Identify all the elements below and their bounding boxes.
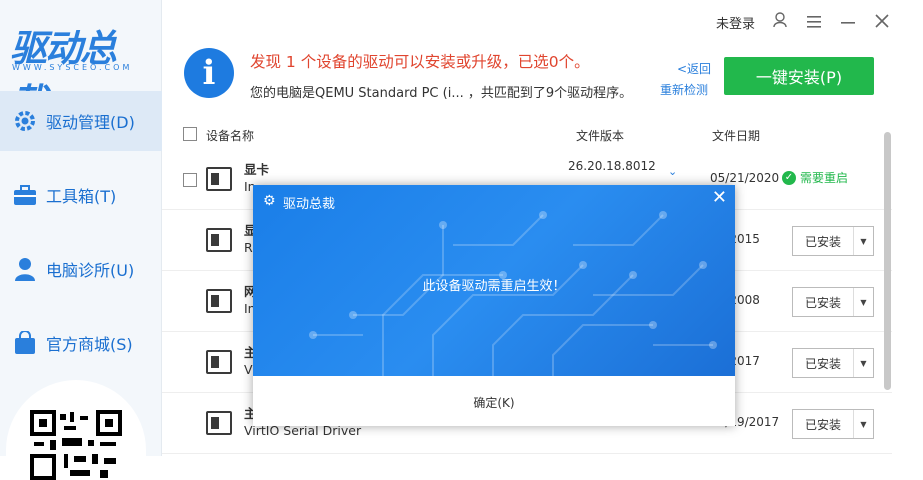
installed-label: 已安装 [805, 356, 842, 371]
installed-dropdown[interactable]: 已安装 ▼ [792, 287, 874, 317]
sidebar-item-label: 工具箱(T) [46, 187, 117, 206]
installed-label: 已安装 [805, 295, 842, 310]
sidebar-item-official-store[interactable]: 官方商城(S) [0, 313, 162, 373]
dropdown-arrow-icon[interactable]: ▼ [853, 349, 873, 377]
installed-label: 已安装 [805, 417, 842, 432]
dialog-message: 此设备驱动需重启生效！ [422, 279, 566, 294]
sidebar-item-pc-clinic[interactable]: 电脑诊所(U) [0, 239, 162, 299]
minimize-icon[interactable] [839, 12, 857, 33]
logo-subtext: WWW.SYSCEO.COM [12, 63, 133, 72]
sidebar-item-label: 驱动管理(D) [46, 113, 135, 132]
installed-dropdown[interactable]: 已安装 ▼ [792, 348, 874, 378]
scan-result-subline: 您的电脑是QEMU Standard PC (i... ，共匹配到了9个驱动程序… [250, 86, 633, 101]
graphics-card-icon [206, 228, 232, 252]
gear-icon [12, 108, 38, 134]
restart-required-badge: ✓ 需要重启 [782, 169, 848, 186]
menu-icon[interactable] [805, 12, 823, 33]
toolbox-icon [12, 182, 38, 208]
window-topbar: 未登录 [716, 12, 891, 33]
dialog-title: 驱动总裁 [283, 197, 336, 212]
app-logo: 驱动总裁 WWW.SYSCEO.COM [8, 18, 148, 124]
graphics-card-icon [206, 167, 232, 191]
sidebar-item-label: 官方商城(S) [46, 335, 133, 354]
network-card-icon [206, 289, 232, 313]
close-icon[interactable]: ✕ [712, 187, 727, 208]
motherboard-icon [206, 350, 232, 374]
dialog-header: ⚙ 驱动总裁 ✕ 此设备驱动需重启生效！ [253, 185, 735, 376]
restart-required-label: 需要重启 [800, 171, 849, 185]
gear-icon: ⚙ [263, 193, 276, 209]
redetect-link[interactable]: 重新检测 [660, 81, 708, 98]
check-circle-icon: ✓ [782, 170, 796, 185]
sidebar-item-toolbox[interactable]: 工具箱(T) [0, 165, 162, 225]
sidebar-item-label: 电脑诊所(U) [46, 261, 135, 280]
qr-code [30, 410, 122, 480]
column-file-version: 文件版本 [576, 129, 625, 143]
sidebar: 驱动总裁 WWW.SYSCEO.COM 驱动管理(D) 工具箱(T) 电脑诊所(… [0, 0, 162, 480]
login-status[interactable]: 未登录 [716, 13, 755, 32]
restart-notice-dialog: ⚙ 驱动总裁 ✕ 此设备驱动需重启生效！ 确定(K) [253, 185, 735, 426]
installed-label: 已安装 [805, 234, 842, 249]
file-date: 05/21/2020 [710, 171, 780, 185]
select-all-checkbox[interactable] [183, 127, 197, 141]
dropdown-arrow-icon[interactable]: ▼ [853, 288, 873, 316]
scan-result-headline: 发现 1 个设备的驱动可以安装或升级，已选0个。 [250, 53, 590, 71]
sidebar-item-driver-manage[interactable]: 驱动管理(D) [0, 91, 162, 151]
chevron-down-icon[interactable]: ⌄ [668, 165, 677, 178]
scrollbar[interactable] [884, 132, 891, 390]
qr-panel [6, 380, 146, 480]
installed-dropdown[interactable]: 已安装 ▼ [792, 409, 874, 439]
file-version: 26.20.18.8012 [568, 159, 656, 173]
column-device-name: 设备名称 [206, 129, 255, 143]
install-all-button[interactable]: 一键安装(P) [724, 57, 874, 95]
user-icon[interactable] [771, 12, 789, 33]
person-icon [12, 256, 38, 282]
table-header: 设备名称 文件版本 文件日期 [162, 120, 892, 148]
device-name: 显卡 [244, 162, 270, 177]
column-file-date: 文件日期 [712, 129, 761, 143]
dropdown-arrow-icon[interactable]: ▼ [853, 410, 873, 438]
info-icon: i [184, 48, 234, 98]
shopping-bag-icon [12, 330, 38, 356]
dropdown-arrow-icon[interactable]: ▼ [853, 227, 873, 255]
close-icon[interactable] [873, 12, 891, 33]
row-checkbox[interactable] [183, 173, 197, 187]
ok-button[interactable]: 确定(K) [253, 394, 735, 411]
installed-dropdown[interactable]: 已安装 ▼ [792, 226, 874, 256]
back-link[interactable]: <返回 [677, 60, 711, 77]
motherboard-icon [206, 411, 232, 435]
